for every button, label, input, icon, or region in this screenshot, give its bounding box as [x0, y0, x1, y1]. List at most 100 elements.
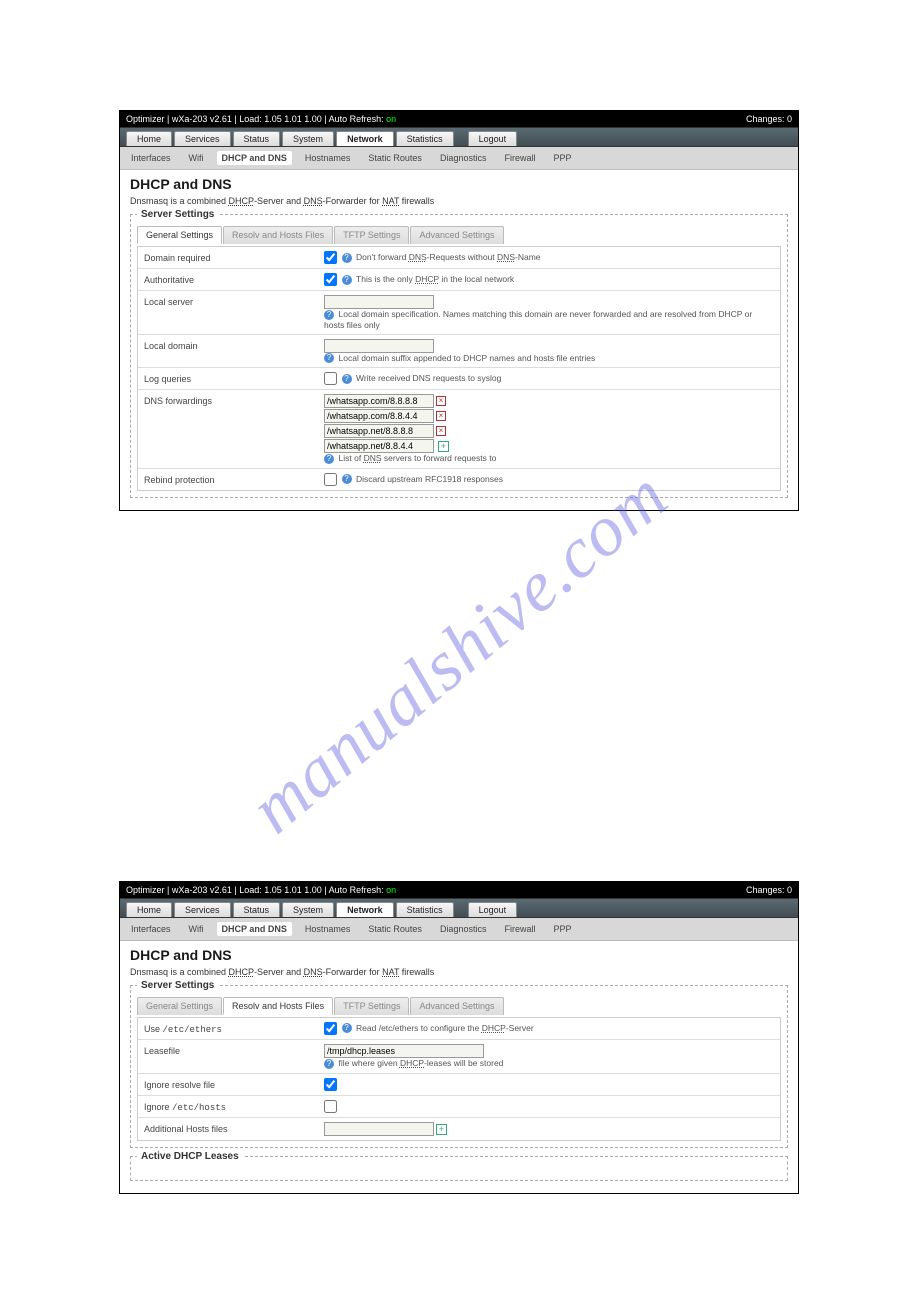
- top-status-bar: Optimizer | wXa-203 v2.61 | Load: 1.05 1…: [120, 111, 798, 127]
- subtab-diagnostics[interactable]: Diagnostics: [435, 151, 492, 165]
- sub-tab-row: Interfaces Wifi DHCP and DNS Hostnames S…: [120, 147, 798, 170]
- tab-status[interactable]: Status: [233, 902, 281, 917]
- add-icon[interactable]: +: [438, 441, 449, 452]
- dns-fwd-input-3[interactable]: [324, 439, 434, 453]
- tab-statistics[interactable]: Statistics: [396, 131, 454, 146]
- local-server-label: Local server: [144, 295, 324, 307]
- topbar-left: Optimizer | wXa-203 v2.61 | Load: 1.05 1…: [126, 114, 386, 124]
- page-title: DHCP and DNS: [130, 176, 788, 192]
- itab-general-settings[interactable]: General Settings: [137, 997, 222, 1015]
- subtab-ppp[interactable]: PPP: [548, 151, 576, 165]
- tab-system[interactable]: System: [282, 131, 334, 146]
- itab-tftp-settings[interactable]: TFTP Settings: [334, 226, 409, 244]
- subtab-dhcp-dns[interactable]: DHCP and DNS: [217, 151, 292, 165]
- local-domain-label: Local domain: [144, 339, 324, 351]
- help-icon[interactable]: ?: [324, 454, 334, 464]
- screenshot-2: Optimizer | wXa-203 v2.61 | Load: 1.05 1…: [119, 881, 799, 1194]
- rebind-protection-label: Rebind protection: [144, 473, 324, 485]
- itab-advanced-settings[interactable]: Advanced Settings: [410, 997, 503, 1015]
- leasefile-input[interactable]: [324, 1044, 484, 1058]
- local-domain-input[interactable]: [324, 339, 434, 353]
- auto-refresh-state: on: [386, 114, 396, 124]
- tab-home[interactable]: Home: [126, 131, 172, 146]
- changes-count: Changes: 0: [746, 885, 792, 895]
- page-title: DHCP and DNS: [130, 947, 788, 963]
- itab-resolv-hosts[interactable]: Resolv and Hosts Files: [223, 226, 333, 244]
- sub-tab-row: Interfaces Wifi DHCP and DNS Hostnames S…: [120, 918, 798, 941]
- help-icon[interactable]: ?: [342, 253, 352, 263]
- active-dhcp-leases-legend: Active DHCP Leases: [137, 1151, 243, 1162]
- delete-icon[interactable]: ×: [436, 396, 446, 406]
- itab-general-settings[interactable]: General Settings: [137, 226, 222, 244]
- authoritative-label: Authoritative: [144, 273, 324, 285]
- authoritative-checkbox[interactable]: [324, 273, 337, 286]
- tab-home[interactable]: Home: [126, 902, 172, 917]
- tab-logout[interactable]: Logout: [468, 131, 518, 146]
- page-description: Dnsmasq is a combined DHCP-Server and DN…: [130, 196, 788, 206]
- topbar-left: Optimizer | wXa-203 v2.61 | Load: 1.05 1…: [126, 885, 386, 895]
- dns-fwd-input-1[interactable]: [324, 409, 434, 423]
- subtab-hostnames[interactable]: Hostnames: [300, 151, 356, 165]
- subtab-firewall[interactable]: Firewall: [499, 922, 540, 936]
- tab-services[interactable]: Services: [174, 131, 231, 146]
- subtab-static-routes[interactable]: Static Routes: [363, 151, 427, 165]
- changes-count: Changes: 0: [746, 114, 792, 124]
- tab-system[interactable]: System: [282, 902, 334, 917]
- domain-required-checkbox[interactable]: [324, 251, 337, 264]
- itab-advanced-settings[interactable]: Advanced Settings: [410, 226, 503, 244]
- additional-hosts-input[interactable]: [324, 1122, 434, 1136]
- help-icon[interactable]: ?: [342, 374, 352, 384]
- itab-tftp-settings[interactable]: TFTP Settings: [334, 997, 409, 1015]
- tab-services[interactable]: Services: [174, 902, 231, 917]
- ignore-resolve-label: Ignore resolve file: [144, 1078, 324, 1090]
- dns-forwardings-label: DNS forwardings: [144, 394, 324, 406]
- tab-logout[interactable]: Logout: [468, 902, 518, 917]
- help-icon[interactable]: ?: [324, 353, 334, 363]
- main-tab-row: Home Services Status System Network Stat…: [126, 131, 792, 146]
- subtab-static-routes[interactable]: Static Routes: [363, 922, 427, 936]
- delete-icon[interactable]: ×: [436, 411, 446, 421]
- subtab-diagnostics[interactable]: Diagnostics: [435, 922, 492, 936]
- use-ethers-checkbox[interactable]: [324, 1022, 337, 1035]
- server-settings-legend: Server Settings: [137, 209, 218, 220]
- ignore-hosts-checkbox[interactable]: [324, 1100, 337, 1113]
- help-icon[interactable]: ?: [342, 474, 352, 484]
- local-domain-hint: Local domain suffix appended to DHCP nam…: [339, 353, 596, 363]
- server-settings-legend: Server Settings: [137, 980, 218, 991]
- leasefile-label: Leasefile: [144, 1044, 324, 1056]
- dns-fwd-input-0[interactable]: [324, 394, 434, 408]
- help-icon[interactable]: ?: [342, 1023, 352, 1033]
- log-queries-label: Log queries: [144, 372, 324, 384]
- log-queries-hint: Write received DNS requests to syslog: [356, 373, 501, 383]
- tab-network[interactable]: Network: [336, 131, 394, 146]
- delete-icon[interactable]: ×: [436, 426, 446, 436]
- rebind-protection-checkbox[interactable]: [324, 473, 337, 486]
- tab-status[interactable]: Status: [233, 131, 281, 146]
- ignore-resolve-checkbox[interactable]: [324, 1078, 337, 1091]
- subtab-wifi[interactable]: Wifi: [184, 922, 209, 936]
- itab-resolv-hosts[interactable]: Resolv and Hosts Files: [223, 997, 333, 1015]
- help-icon[interactable]: ?: [342, 275, 352, 285]
- tab-statistics[interactable]: Statistics: [396, 902, 454, 917]
- help-icon[interactable]: ?: [324, 1059, 334, 1069]
- main-tab-row: Home Services Status System Network Stat…: [126, 902, 792, 917]
- add-icon[interactable]: +: [436, 1124, 447, 1135]
- subtab-dhcp-dns[interactable]: DHCP and DNS: [217, 922, 292, 936]
- log-queries-checkbox[interactable]: [324, 372, 337, 385]
- tab-network[interactable]: Network: [336, 902, 394, 917]
- additional-hosts-label: Additional Hosts files: [144, 1122, 324, 1134]
- subtab-ppp[interactable]: PPP: [548, 922, 576, 936]
- subtab-hostnames[interactable]: Hostnames: [300, 922, 356, 936]
- top-status-bar: Optimizer | wXa-203 v2.61 | Load: 1.05 1…: [120, 882, 798, 898]
- domain-required-label: Domain required: [144, 251, 324, 263]
- subtab-interfaces[interactable]: Interfaces: [126, 922, 176, 936]
- dns-fwd-input-2[interactable]: [324, 424, 434, 438]
- subtab-interfaces[interactable]: Interfaces: [126, 151, 176, 165]
- subtab-wifi[interactable]: Wifi: [184, 151, 209, 165]
- help-icon[interactable]: ?: [324, 310, 334, 320]
- subtab-firewall[interactable]: Firewall: [499, 151, 540, 165]
- local-server-input[interactable]: [324, 295, 434, 309]
- screenshot-1: Optimizer | wXa-203 v2.61 | Load: 1.05 1…: [119, 110, 799, 511]
- auto-refresh-state: on: [386, 885, 396, 895]
- rebind-hint: Discard upstream RFC1918 responses: [356, 474, 503, 484]
